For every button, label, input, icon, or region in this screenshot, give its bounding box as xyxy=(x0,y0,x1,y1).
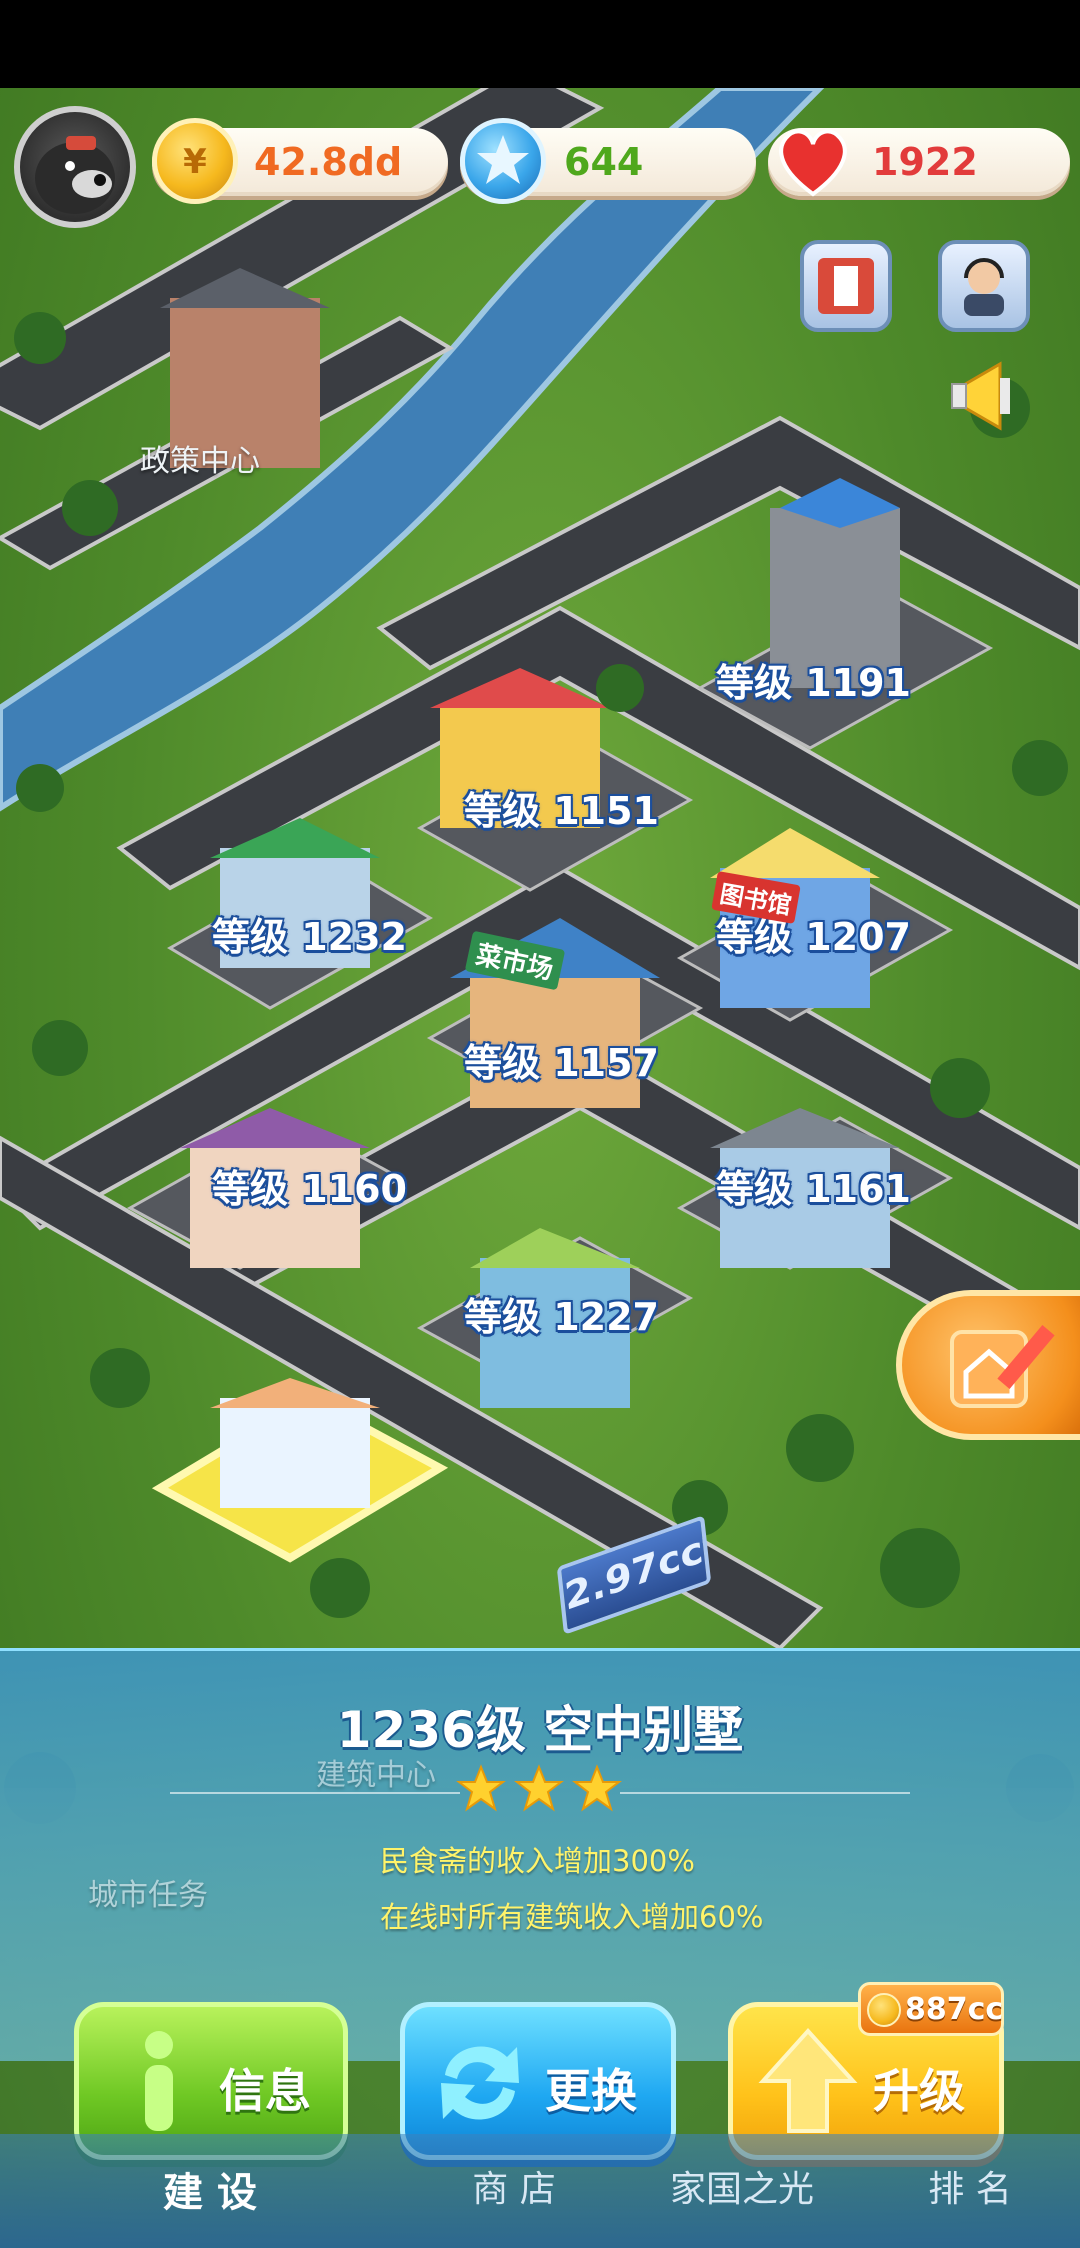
upgrade-button-label: 升级 xyxy=(873,2064,965,2118)
up-arrow-icon xyxy=(758,2028,858,2133)
upgrade-cost-value: 887cc xyxy=(905,1992,1004,2027)
gems-value: 644 xyxy=(564,140,644,184)
swap-arrows-icon xyxy=(441,2046,519,2120)
megaphone-icon xyxy=(951,361,1010,431)
building-level-label[interactable]: 等级 1161 xyxy=(716,1158,911,1213)
divider-right xyxy=(620,1792,910,1794)
house-pencil-icon xyxy=(950,1325,1055,1408)
effect-line: 民食斋的收入增加300% xyxy=(380,1844,695,1878)
player-avatar[interactable] xyxy=(14,106,136,228)
edit-layout-button[interactable] xyxy=(896,1290,1080,1440)
bear-avatar-icon xyxy=(35,136,115,214)
building-level-label[interactable]: 等级 1151 xyxy=(464,780,659,835)
coin-icon xyxy=(867,1993,901,2027)
headset-agent-icon xyxy=(964,258,1004,316)
customer-service-button[interactable] xyxy=(938,240,1030,332)
star-gem-icon xyxy=(460,118,546,204)
ghost-event-icon xyxy=(818,258,874,314)
building-level-label[interactable]: 等级 1160 xyxy=(212,1158,407,1213)
building-level-label[interactable]: 等级 1232 xyxy=(212,906,407,961)
info-icon xyxy=(145,2031,173,2131)
announcement-button[interactable] xyxy=(944,348,1040,444)
status-bar xyxy=(0,0,1080,88)
star-icon xyxy=(456,1764,506,1812)
heart-icon xyxy=(770,118,856,204)
nav-tab-ranking[interactable]: 排 名 xyxy=(870,2160,1070,2212)
star-icon xyxy=(514,1764,564,1812)
star-icon xyxy=(572,1764,622,1812)
coin-icon: ¥ xyxy=(152,118,238,204)
nav-tab-build[interactable]: 建 设 xyxy=(110,2160,310,2218)
divider-left xyxy=(170,1792,460,1794)
upgrade-cost-badge: 887cc xyxy=(858,1982,1004,2036)
coins-value: 42.8dd xyxy=(254,140,403,184)
event-button[interactable] xyxy=(800,240,892,332)
effect-line: 在线时所有建筑收入增加60% xyxy=(380,1900,764,1934)
policy-center-label[interactable]: 政策中心 xyxy=(140,436,260,480)
swap-button-label: 更换 xyxy=(545,2064,637,2118)
building-level-label[interactable]: 等级 1227 xyxy=(464,1286,659,1341)
building-level-label[interactable]: 等级 1191 xyxy=(716,652,911,707)
building-level-label[interactable]: 等级 1157 xyxy=(464,1032,659,1087)
nav-tab-shop[interactable]: 商 店 xyxy=(414,2160,614,2212)
nav-tab-national-glory[interactable]: 家国之光 xyxy=(642,2160,842,2212)
hearts-value: 1922 xyxy=(872,140,978,184)
city-tasks-label: 城市任务 xyxy=(88,1878,208,1913)
svg-text:¥: ¥ xyxy=(183,142,207,182)
game-screen: ¥ 42.8dd 644 1922 政策中心 等级 1191 等级 1151 等… xyxy=(0,0,1080,2248)
building-title: 1236级 空中别墅 xyxy=(336,1701,744,1759)
info-button-label: 信息 xyxy=(219,2064,311,2118)
